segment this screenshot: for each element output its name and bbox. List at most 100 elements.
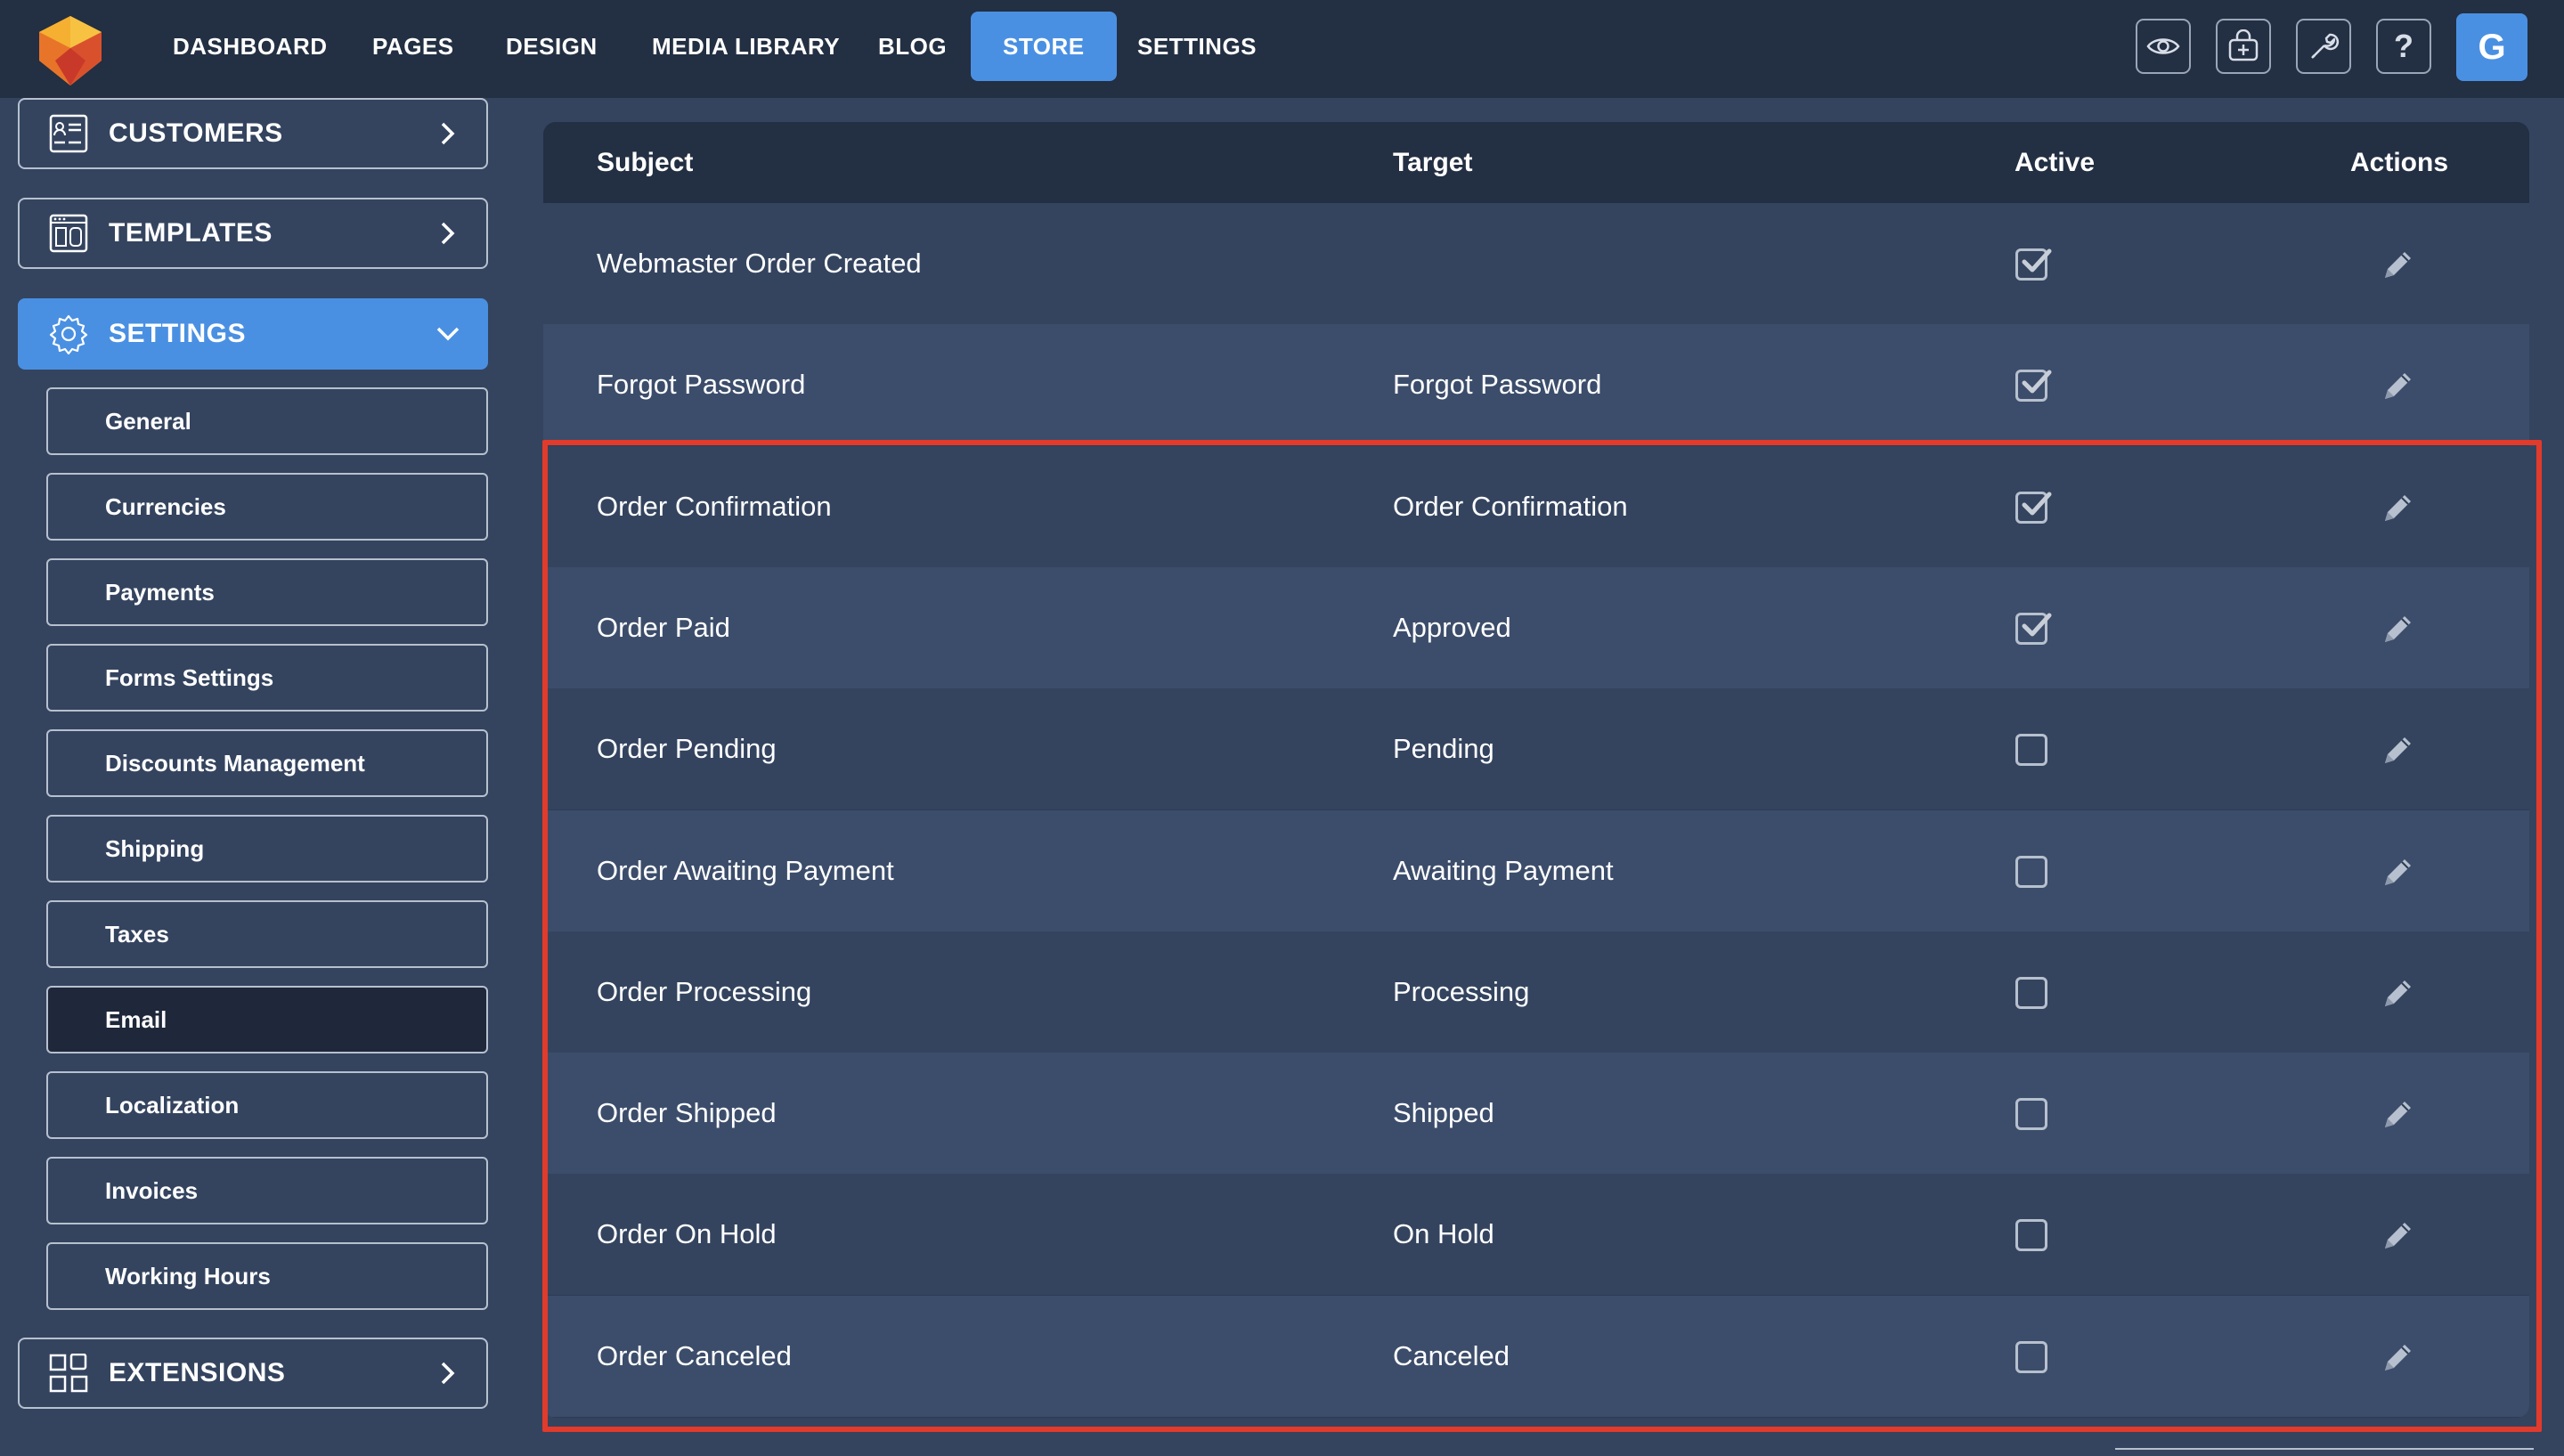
sidebar-extensions[interactable]: EXTENSIONS [18,1338,488,1409]
sidebar-sub-general[interactable]: General [46,387,488,455]
checkmark-icon [2022,248,2052,272]
sidebar-sub-payments[interactable]: Payments [46,558,488,626]
table-row: Order Awaiting Payment Awaiting Payment [543,809,2529,931]
sidebar-sub-shipping[interactable]: Shipping [46,815,488,883]
cell-subject: Order Pending [597,733,777,765]
cell-subject: Order Paid [597,611,730,643]
active-checkbox[interactable] [2015,370,2052,403]
checkmark-icon [2022,613,2052,637]
help-button[interactable]: ? [2376,19,2431,74]
sidebar-extensions-label: EXTENSIONS [109,1358,286,1387]
shopping-bag-plus-icon [2228,29,2259,61]
nav-store[interactable]: STORE [971,12,1117,81]
preview-button[interactable] [2136,19,2191,74]
table-row: Order Canceled Canceled [543,1295,2529,1417]
cell-target: Pending [1393,733,1494,765]
sidebar-sub-currencies[interactable]: Currencies [46,473,488,541]
column-header-active[interactable]: Active [2015,122,2095,203]
edit-button[interactable] [2380,1340,2415,1376]
checkmark-icon [2022,492,2052,516]
chevron-right-icon [435,1360,461,1387]
edit-button[interactable] [2380,369,2415,404]
column-header-subject[interactable]: Subject [597,122,693,203]
sidebar-settings-label: SETTINGS [109,319,247,348]
sidebar-settings[interactable]: SETTINGS [18,298,488,370]
sidebar-sub-invoices[interactable]: Invoices [46,1157,488,1224]
pencil-icon [2385,858,2411,885]
edit-button[interactable] [2380,1097,2415,1133]
sidebar-sub-localization[interactable]: Localization [46,1071,488,1139]
active-checkbox[interactable] [2015,855,2047,888]
edit-button[interactable] [2380,855,2415,891]
table-row: Order Confirmation Order Confirmation [543,445,2529,567]
table-row: Webmaster Order Created [543,203,2529,324]
edit-button[interactable] [2380,491,2415,526]
cell-target: On Hold [1393,1218,1494,1250]
edit-button[interactable] [2380,733,2415,769]
nav-settings[interactable]: SETTINGS [1105,12,1289,81]
cell-subject: Order Awaiting Payment [597,854,894,886]
pencil-icon [2385,373,2411,400]
pencil-icon [2385,615,2411,642]
sidebar-sub-email[interactable]: Email [46,986,488,1053]
edit-button[interactable] [2380,248,2415,283]
sidebar-sub-working-hours[interactable]: Working Hours [46,1242,488,1310]
table-row: Order Paid Approved [543,566,2529,688]
active-checkbox[interactable] [2015,976,2047,1009]
sidebar-templates[interactable]: TEMPLATES [18,198,488,269]
cell-subject: Order Shipped [597,1097,777,1129]
column-header-target[interactable]: Target [1393,122,1472,203]
chevron-right-icon [435,220,461,247]
nav-media-library[interactable]: MEDIA LIBRARY [620,12,872,81]
sidebar-sub-taxes[interactable]: Taxes [46,900,488,968]
chevron-right-icon [435,120,461,147]
cell-subject: Forgot Password [597,369,806,401]
nav-pages[interactable]: PAGES [340,12,486,81]
chevron-down-icon [435,321,461,347]
active-checkbox[interactable] [2015,1098,2047,1131]
active-checkbox[interactable] [2015,248,2052,281]
nav-design[interactable]: DESIGN [474,12,630,81]
sidebar-sub-forms-settings[interactable]: Forms Settings [46,644,488,712]
cell-subject: Webmaster Order Created [597,248,922,279]
cell-subject: Order Confirmation [597,490,832,522]
active-checkbox[interactable] [2015,1219,2047,1252]
app-logo[interactable] [30,9,110,89]
nav-dashboard[interactable]: DASHBOARD [141,12,360,81]
nav-blog[interactable]: BLOG [846,12,979,81]
user-avatar[interactable]: G [2456,13,2527,81]
gear-icon [46,312,91,356]
pencil-icon [2385,252,2411,278]
table-header: Subject Target Active Actions [543,122,2529,203]
edit-button[interactable] [2380,612,2415,647]
edit-button[interactable] [2380,976,2415,1012]
store-add-button[interactable] [2216,19,2271,74]
active-checkbox[interactable] [2015,612,2052,645]
wrench-icon [2311,33,2340,59]
tools-button[interactable] [2296,19,2351,74]
pencil-icon [2385,1223,2411,1249]
cell-target: Shipped [1393,1097,1494,1129]
pencil-icon [2385,1102,2411,1128]
cell-target: Approved [1393,611,1511,643]
pagination-edge [2115,1448,2534,1456]
column-header-actions: Actions [2350,148,2449,177]
cell-subject: Order On Hold [597,1218,777,1250]
pencil-icon [2385,980,2411,1006]
active-checkbox[interactable] [2015,491,2052,524]
pencil-icon [2385,1344,2411,1371]
cell-target: Forgot Password [1393,369,1602,401]
email-templates-table: Subject Target Active Actions Webmaster … [543,122,2529,1418]
contacts-list-icon [46,111,91,156]
cell-subject: Order Processing [597,975,812,1007]
sidebar-customers[interactable]: CUSTOMERS [18,98,488,169]
table-row: Order Pending Pending [543,688,2529,810]
active-checkbox[interactable] [2015,1340,2047,1373]
question-icon: ? [2394,28,2413,64]
sidebar-sub-discounts-management[interactable]: Discounts Management [46,729,488,797]
edit-button[interactable] [2380,1218,2415,1254]
cell-target: Awaiting Payment [1393,854,1614,886]
pencil-icon [2385,494,2411,521]
active-checkbox[interactable] [2015,734,2047,767]
sidebar-templates-label: TEMPLATES [109,218,273,248]
